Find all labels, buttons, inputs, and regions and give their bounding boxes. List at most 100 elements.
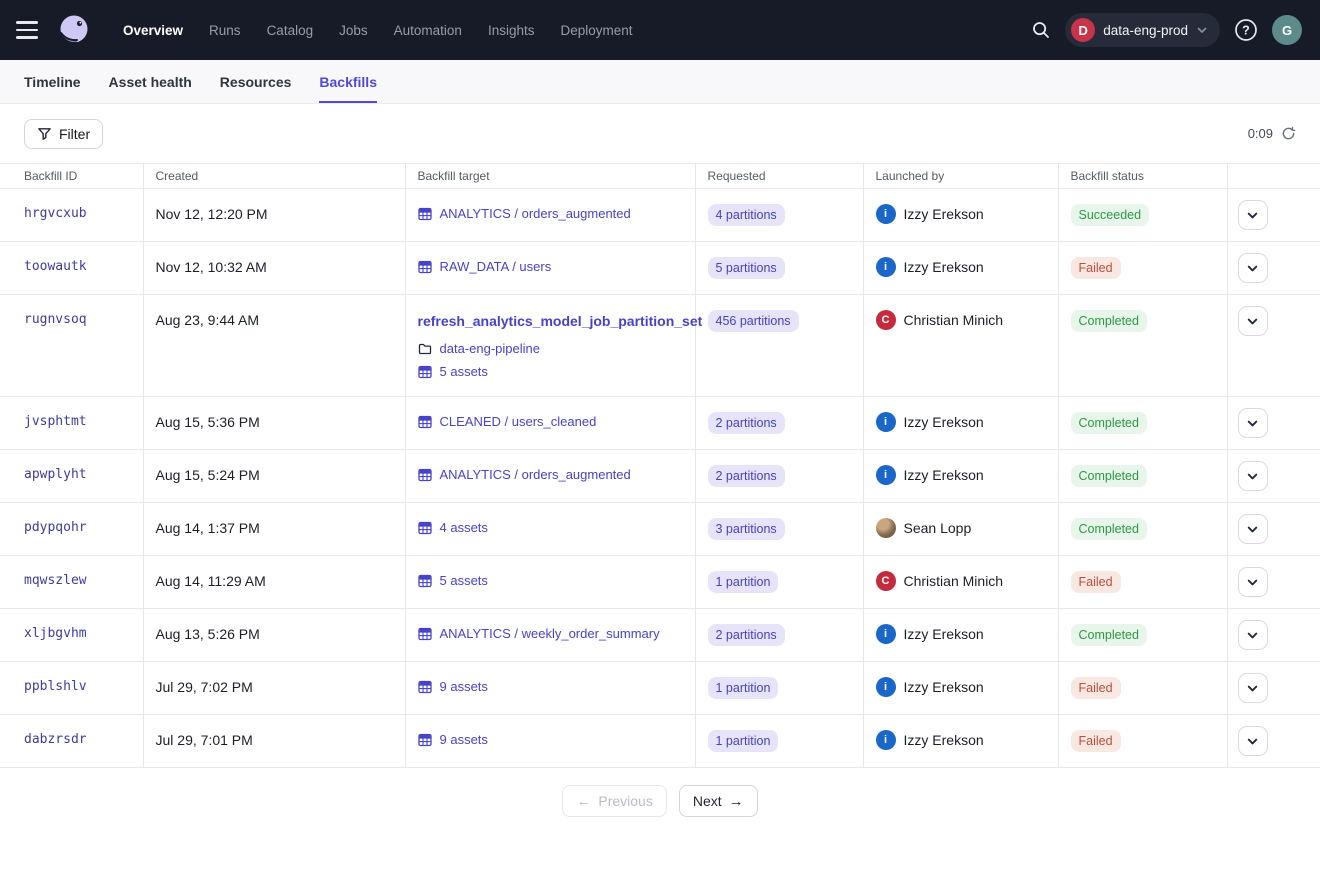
requested-badge: 2 partitions	[708, 412, 785, 434]
target-link[interactable]: ANALYTICS / orders_augmented	[440, 466, 631, 484]
launched-by-name: Christian Minich	[904, 571, 1004, 591]
row-actions-button[interactable]	[1238, 200, 1268, 230]
col-header-created: Created	[143, 164, 405, 189]
launched-by-name: Izzy Erekson	[904, 257, 984, 277]
nav-item-overview[interactable]: Overview	[112, 15, 194, 46]
tab-resources[interactable]: Resources	[220, 60, 292, 103]
table-row: rugnvsoq Aug 23, 9:44 AM refresh_analyti…	[0, 295, 1320, 397]
backfill-target-cell: RAW_DATA / users	[405, 242, 695, 295]
deployment-badge: D	[1071, 18, 1095, 42]
backfill-id-link[interactable]: xljbgvhm	[24, 626, 87, 641]
created-timestamp: Aug 15, 5:36 PM	[156, 414, 260, 430]
tab-asset-health[interactable]: Asset health	[109, 60, 192, 103]
tab-timeline[interactable]: Timeline	[24, 60, 81, 103]
backfill-status-badge: Failed	[1071, 730, 1121, 752]
col-header-backfill-id: Backfill ID	[0, 164, 143, 189]
target-link[interactable]: 9 assets	[440, 678, 488, 696]
row-actions-button[interactable]	[1238, 306, 1268, 336]
created-timestamp: Aug 14, 1:37 PM	[156, 520, 260, 536]
table-row: apwplyht Aug 15, 5:24 PM ANALYTICS / ord…	[0, 450, 1320, 503]
launched-by-avatar: i	[876, 204, 896, 224]
requested-badge: 5 partitions	[708, 257, 785, 279]
row-actions-button[interactable]	[1238, 673, 1268, 703]
backfill-id-link[interactable]: pdypqohr	[24, 520, 87, 535]
backfill-status-badge: Failed	[1071, 571, 1121, 593]
backfill-id-link[interactable]: jvsphtmt	[24, 414, 87, 429]
backfill-status-badge: Completed	[1071, 465, 1147, 487]
backfill-id-link[interactable]: mqwszlew	[24, 573, 87, 588]
target-link[interactable]: ANALYTICS / orders_augmented	[440, 205, 631, 223]
target-link[interactable]: refresh_analytics_model_job_partition_se…	[418, 311, 703, 331]
asset-table-icon	[418, 365, 432, 379]
pagination: ← Previous Next →	[0, 785, 1320, 817]
chevron-down-icon	[1246, 417, 1259, 430]
launched-by-avatar: C	[876, 571, 896, 591]
col-header-actions	[1227, 164, 1320, 189]
target-link[interactable]: data-eng-pipeline	[440, 340, 540, 358]
target-link[interactable]: 5 assets	[440, 572, 488, 590]
row-actions-button[interactable]	[1238, 408, 1268, 438]
previous-label: Previous	[598, 793, 652, 809]
row-actions-button[interactable]	[1238, 567, 1268, 597]
nav-item-catalog[interactable]: Catalog	[256, 15, 325, 46]
backfill-id-link[interactable]: toowautk	[24, 259, 87, 274]
svg-text:?: ?	[1242, 23, 1250, 37]
nav-item-runs[interactable]: Runs	[198, 15, 252, 46]
requested-badge: 1 partition	[708, 677, 779, 699]
col-header-backfill-target: Backfill target	[405, 164, 695, 189]
row-actions-button[interactable]	[1238, 726, 1268, 756]
asset-table-icon	[418, 627, 432, 641]
backfill-id-link[interactable]: ppblshlv	[24, 679, 87, 694]
table-row: xljbgvhm Aug 13, 5:26 PM ANALYTICS / wee…	[0, 609, 1320, 662]
nav-item-jobs[interactable]: Jobs	[328, 15, 379, 46]
launched-by-avatar: i	[876, 412, 896, 432]
backfill-id-link[interactable]: apwplyht	[24, 467, 87, 482]
refresh-icon[interactable]	[1281, 126, 1296, 141]
launched-by-name: Izzy Erekson	[904, 465, 984, 485]
backfill-target-cell: ANALYTICS / orders_augmented	[405, 450, 695, 503]
deployment-switcher[interactable]: D data-eng-prod	[1065, 13, 1220, 47]
asset-table-icon	[418, 680, 432, 694]
created-timestamp: Aug 15, 5:24 PM	[156, 467, 260, 483]
nav-item-deployment[interactable]: Deployment	[549, 15, 643, 46]
nav-item-insights[interactable]: Insights	[477, 15, 546, 46]
row-actions-button[interactable]	[1238, 620, 1268, 650]
search-icon[interactable]	[1031, 20, 1051, 40]
launched-by-name: Christian Minich	[904, 310, 1004, 330]
row-actions-button[interactable]	[1238, 253, 1268, 283]
row-actions-button[interactable]	[1238, 461, 1268, 491]
chevron-down-icon	[1246, 315, 1259, 328]
tab-backfills[interactable]: Backfills	[319, 60, 377, 103]
asset-table-icon	[418, 207, 432, 221]
filter-button[interactable]: Filter	[24, 119, 103, 149]
target-link[interactable]: 9 assets	[440, 731, 488, 749]
backfill-id-link[interactable]: hrgvcxub	[24, 206, 87, 221]
row-actions-button[interactable]	[1238, 514, 1268, 544]
backfill-target-cell: ANALYTICS / orders_augmented	[405, 189, 695, 242]
backfill-status-badge: Completed	[1071, 624, 1147, 646]
folder-icon	[418, 342, 432, 356]
table-row: ppblshlv Jul 29, 7:02 PM 9 assets 1 part…	[0, 662, 1320, 715]
asset-table-icon	[418, 733, 432, 747]
next-page-button[interactable]: Next →	[679, 785, 758, 817]
help-icon[interactable]: ?	[1234, 18, 1258, 42]
user-avatar[interactable]: G	[1272, 15, 1302, 45]
nav-item-automation[interactable]: Automation	[383, 15, 473, 46]
created-timestamp: Nov 12, 10:32 AM	[156, 259, 267, 275]
overview-tabbar: Timeline Asset health Resources Backfill…	[0, 60, 1320, 104]
target-link[interactable]: 4 assets	[440, 519, 488, 537]
deployment-name: data-eng-prod	[1103, 23, 1188, 38]
target-link[interactable]: 5 assets	[440, 363, 488, 381]
dagster-logo[interactable]	[52, 8, 96, 52]
menu-hamburger-icon[interactable]	[16, 16, 44, 44]
previous-page-button[interactable]: ← Previous	[562, 785, 666, 817]
backfill-id-link[interactable]: dabzrsdr	[24, 732, 87, 747]
table-row: hrgvcxub Nov 12, 12:20 PM ANALYTICS / or…	[0, 189, 1320, 242]
col-header-backfill-status: Backfill status	[1058, 164, 1227, 189]
backfill-id-link[interactable]: rugnvsoq	[24, 312, 87, 327]
target-link[interactable]: ANALYTICS / weekly_order_summary	[440, 625, 660, 643]
requested-badge: 456 partitions	[708, 310, 799, 332]
backfill-target-cell: 9 assets	[405, 715, 695, 768]
target-link[interactable]: RAW_DATA / users	[440, 258, 552, 276]
target-link[interactable]: CLEANED / users_cleaned	[440, 413, 597, 431]
